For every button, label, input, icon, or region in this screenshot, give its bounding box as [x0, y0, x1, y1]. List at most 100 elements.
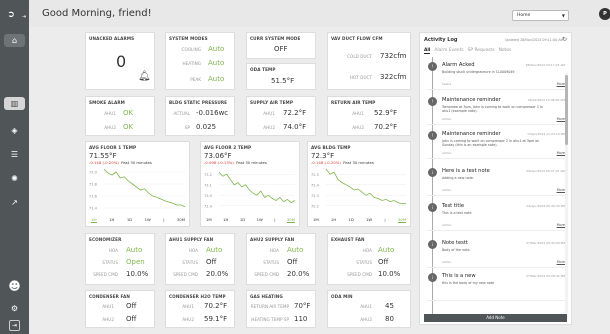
row-label: HOA [108, 248, 118, 253]
range-tab[interactable]: 1D [240, 217, 245, 223]
row-value: Off [378, 258, 389, 266]
card-title: ODA MIN [331, 294, 353, 299]
row-value: Off [287, 258, 298, 266]
range-tab[interactable]: 1M [206, 217, 212, 223]
bldg-pressure-card: BLDG STATIC PRESSURE ACTUAL -0.016wc SP 0.… [165, 96, 235, 136]
range-tab[interactable]: 1M [91, 217, 97, 223]
card-title: GAS HEATING [250, 294, 283, 299]
range-tab[interactable]: 1W [257, 217, 263, 223]
scrollbar[interactable] [565, 73, 568, 313]
activity-log-panel: Activity Log Updated 28/Nov/2024 09:11:0… [419, 32, 572, 325]
y-tick-label: 72.2 [311, 204, 319, 208]
range-tabs: 1M 1H 1D 1W | 30M [206, 217, 295, 223]
card-title: AHU1 SUPPLY FAN [169, 237, 214, 242]
site-select[interactable]: Home ▼ [512, 10, 569, 21]
collapse-icon[interactable]: ⇥ [21, 10, 27, 23]
floor2-chart-card[interactable]: AVG FLOOR 2 TEMP 73.06°F -0.096 (-0.13%)… [200, 141, 300, 227]
layers-icon[interactable]: ◈ [4, 124, 25, 137]
activity-item-desc: Building stuck undergraceure in CL000904… [442, 70, 515, 74]
activity-item-author: admin [442, 117, 452, 121]
activity-item-author: Sasha [442, 82, 452, 86]
settings-icon[interactable]: ⚙ [9, 302, 20, 315]
unacked-alarms-card[interactable]: UNACKED ALARMS 0 🔔︎ [85, 32, 155, 90]
row-label: HEATING [182, 61, 201, 66]
activity-item[interactable]: ! Alarm Acked 28/Nov/2024 09:17:23 AM Build… [427, 60, 567, 90]
refresh-icon[interactable]: ↻ [562, 36, 567, 43]
bldg-chart-card[interactable]: AVG BLDG TEMP 72.3°F -0.148 (-0.20%) Pas… [307, 141, 411, 227]
avatar[interactable]: P [599, 8, 610, 20]
tab-all[interactable]: All [424, 48, 431, 54]
card-title: VAV DUCT FLOW CFM [331, 36, 383, 41]
logo-icon[interactable]: ➲ [5, 8, 17, 21]
row-value: 72.2°F [283, 109, 307, 117]
vav-card: VAV DUCT FLOW CFM COLD DUCT 732cfm HOT DU… [327, 32, 411, 90]
range-tab[interactable]: 1M [313, 217, 319, 223]
tab-notes[interactable]: Notes [499, 48, 512, 54]
row-value: Off [126, 302, 137, 310]
floor1-chart-card[interactable]: AVG FLOOR 1 TEMP 71.55°F -0.148 (-0.20%)… [85, 141, 190, 227]
note-icon: i [428, 273, 437, 282]
activity-item[interactable]: i Note testt 27/Mar/2024 05:30:09 PM Body o… [427, 238, 567, 268]
activity-item-date: 04/Apr/2024 05:49:34 PM [526, 204, 565, 208]
more-link[interactable]: More [557, 82, 565, 86]
curr-mode-card: CURR SYSTEM MODE OFF [246, 32, 316, 59]
range-tabs: 1M 1H 1D 1W | 30M [91, 217, 185, 223]
range-tab[interactable]: 1H [331, 217, 336, 223]
oda-min-card: ODA MIN AHU1 45 AHU2 80 [327, 290, 411, 328]
row-value: 74.0°F [283, 123, 307, 131]
more-link[interactable]: More [557, 151, 565, 155]
range-tab[interactable]: 1W [366, 217, 372, 223]
range-tab[interactable]: 1H [109, 217, 114, 223]
alert-icon: ! [428, 97, 437, 106]
y-tick-label: 72.0 [89, 171, 97, 175]
activity-item[interactable]: i Test title 04/Apr/2024 05:49:34 PM This i… [427, 201, 567, 231]
range-tab[interactable]: 1D [348, 217, 353, 223]
card-title: SUPPLY AIR TEMP [250, 100, 293, 105]
more-link[interactable]: More [557, 223, 565, 227]
row-label: AHU2 [263, 125, 275, 130]
ahu1-fan-card: AHU1 SUPPLY FAN HOA Auto STATUS Off SPEED … [165, 233, 235, 285]
tab-sp-requests[interactable]: SP Requests [468, 48, 495, 54]
more-link[interactable]: More [557, 117, 565, 121]
range-tab[interactable]: 30M [397, 217, 406, 223]
row-label: AHU2 [104, 125, 116, 130]
row-label: STATUS [102, 260, 118, 265]
row-label: SPEED CMD [173, 272, 198, 277]
range-tab[interactable]: 1H [223, 217, 228, 223]
more-link[interactable]: More [557, 260, 565, 264]
oda-temp-value: 51.5°F [271, 77, 295, 85]
card-title: CONDENSER H2O TEMP [169, 294, 226, 299]
more-link[interactable]: More [557, 188, 565, 192]
row-label: AHU2 [102, 317, 114, 322]
floor2-line-chart: 73.2 73.1 73.0 72.9 [204, 171, 296, 208]
activity-item[interactable]: i This is a new 27/Mar/2024 05:28:42 PM thi… [427, 271, 567, 301]
activity-item[interactable]: i Here is a test note 09/Apr/2024 06:47:07… [427, 166, 567, 196]
alert-icon: ! [428, 131, 437, 140]
condenser-h2o-card: CONDENSER H2O TEMP AHU1 70.2°F AHU2 59.1°F [165, 290, 235, 328]
row-label: HOA [269, 248, 279, 253]
tab-alarm-events[interactable]: Alarm Events [434, 48, 463, 54]
note-icon: i [428, 168, 437, 177]
greeting: Good Morning, friend! [42, 8, 152, 19]
user-icon[interactable]: ☻ [4, 279, 25, 293]
trend-icon[interactable]: ↗ [4, 196, 25, 209]
row-value: 110 [294, 315, 308, 323]
building-icon[interactable]: ▥ [4, 97, 25, 110]
row-value: Auto [208, 45, 225, 53]
alarm-icon[interactable]: ✺ [4, 172, 25, 185]
chart-current-value: 72.3°F [311, 152, 335, 160]
sliders-icon[interactable]: ☰ [4, 148, 25, 161]
activity-item[interactable]: ! Maintenance reminder 13/Jan/2024 11:23:1… [427, 129, 567, 159]
range-tab[interactable]: 30M [286, 217, 295, 223]
home-icon[interactable]: ⌂ [4, 34, 25, 47]
logout-icon[interactable]: ⇥ [9, 320, 20, 331]
chart-current-value: 71.55°F [89, 152, 117, 160]
range-tab[interactable]: 30M [177, 217, 185, 223]
row-value: 20.0% [206, 270, 229, 278]
range-tab[interactable]: 1W [145, 217, 151, 223]
scrollbar-thumb[interactable] [565, 75, 568, 145]
activity-item-date: 13/Jan/2024 11:23:19 PM [527, 132, 565, 136]
range-tab[interactable]: 1D [127, 217, 132, 223]
add-note-button[interactable]: Add Note [424, 314, 567, 322]
activity-item[interactable]: ! Maintenance reminder 26/Jul/2024 10:38:0… [427, 95, 567, 125]
